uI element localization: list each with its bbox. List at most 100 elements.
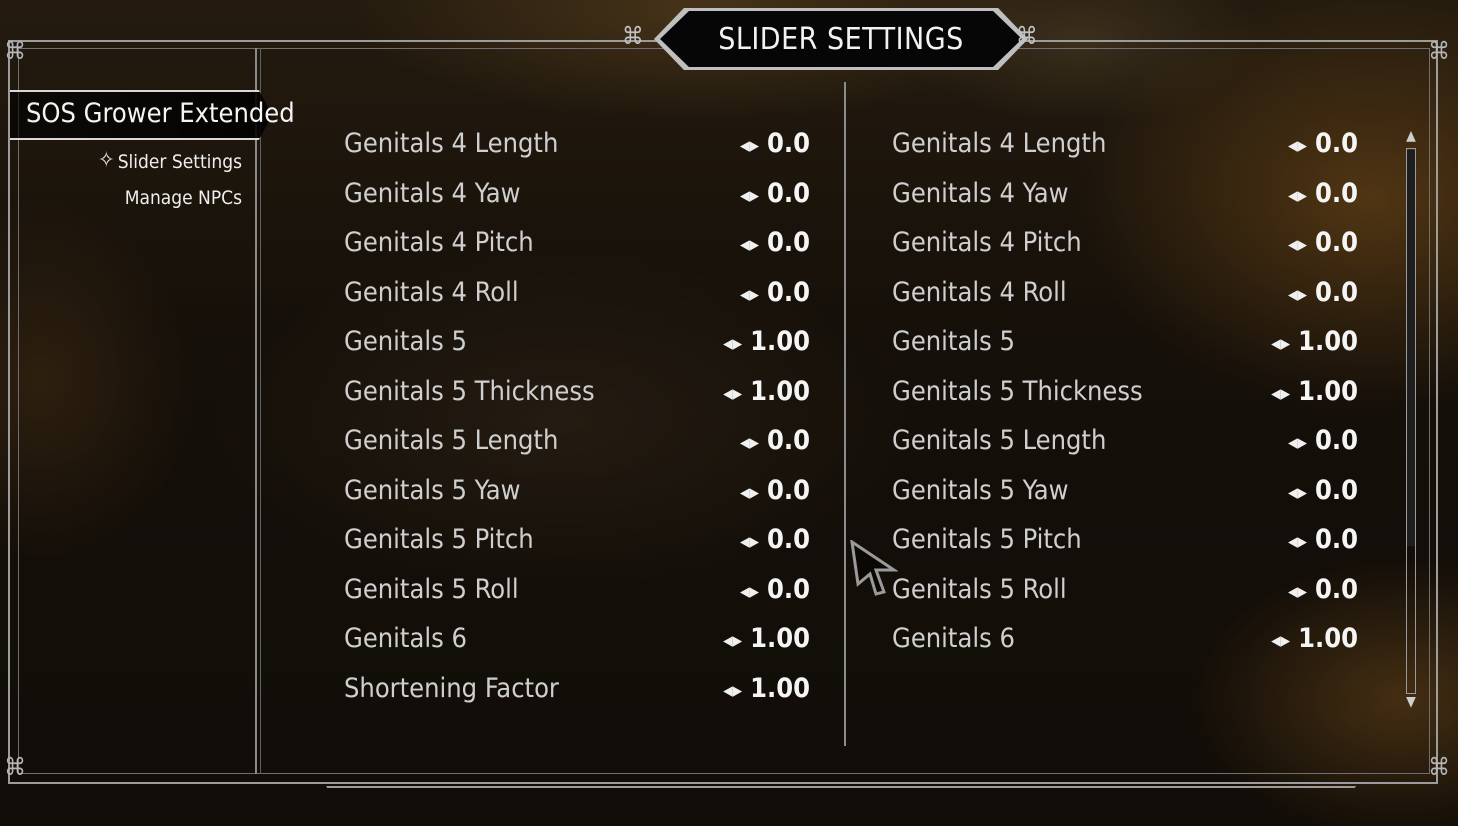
option-value[interactable]: ◂▸ 0.0 — [740, 178, 810, 209]
slider-arrows-icon: ◂▸ — [1287, 182, 1307, 207]
option-row[interactable]: Genitals 5 Yaw ◂▸ 0.0 — [892, 475, 1358, 515]
slider-value: 1.00 — [750, 326, 810, 357]
option-value[interactable]: ◂▸ 0.0 — [740, 425, 810, 456]
slider-arrows-icon: ◂▸ — [739, 133, 759, 157]
option-row[interactable]: Genitals 5 ◂▸ 1.00 — [892, 326, 1358, 366]
option-row[interactable]: Genitals 5 Yaw ◂▸ 0.0 — [344, 475, 810, 515]
mouse-cursor-icon — [850, 540, 898, 596]
slider-arrows-icon: ◂▸ — [739, 232, 759, 256]
sidebar-item-slider-settings[interactable]: Slider Settings — [118, 151, 242, 173]
option-label: Genitals 5 Thickness — [344, 375, 595, 407]
option-row[interactable]: Genitals 6 ◂▸ 1.00 — [344, 623, 810, 663]
slider-value: 0.0 — [1314, 227, 1358, 258]
option-row[interactable]: Genitals 4 Pitch ◂▸ 0.0 — [344, 227, 810, 267]
slider-value: 0.0 — [766, 276, 810, 308]
slider-arrows-icon: ◂▸ — [1287, 281, 1307, 306]
slider-value: 0.0 — [766, 524, 810, 555]
option-label: Genitals 5 Roll — [344, 573, 519, 605]
slider-arrows-icon: ◂▸ — [1271, 628, 1291, 652]
option-row[interactable]: Genitals 5 Pitch ◂▸ 0.0 — [892, 524, 1358, 564]
slider-arrows-icon: ◂▸ — [739, 430, 759, 454]
option-label: Genitals 5 Length — [892, 425, 1107, 456]
option-value[interactable]: ◂▸ 1.00 — [1271, 376, 1358, 407]
option-value[interactable]: ◂▸ 0.0 — [740, 524, 810, 555]
slider-arrows-icon: ◂▸ — [1287, 232, 1307, 256]
option-row[interactable]: Genitals 4 Yaw ◂▸ 0.0 — [344, 178, 810, 218]
option-row[interactable]: Genitals 5 Thickness ◂▸ 1.00 — [344, 376, 810, 416]
option-row[interactable]: Genitals 5 Pitch ◂▸ 0.0 — [344, 524, 810, 564]
option-row[interactable]: Genitals 4 Roll ◂▸ 0.0 — [892, 277, 1358, 317]
option-label: Genitals 5 Thickness — [892, 375, 1143, 407]
corner-ornament-icon: ⌘ — [1428, 753, 1450, 781]
option-row[interactable]: Genitals 4 Length ◂▸ 0.0 — [344, 128, 810, 168]
slider-arrows-icon: ◂▸ — [1287, 133, 1307, 157]
option-row[interactable]: Genitals 4 Yaw ◂▸ 0.0 — [892, 178, 1358, 218]
option-row[interactable]: Genitals 6 ◂▸ 1.00 — [892, 623, 1358, 663]
option-value[interactable]: ◂▸ 0.0 — [1288, 277, 1358, 308]
corner-ornament-icon: ⌘ — [1428, 37, 1450, 65]
option-value[interactable]: ◂▸ 0.0 — [740, 277, 810, 308]
option-row[interactable]: Genitals 5 ◂▸ 1.00 — [344, 326, 810, 366]
option-value[interactable]: ◂▸ 0.0 — [1288, 227, 1358, 258]
option-row[interactable]: Genitals 5 Thickness ◂▸ 1.00 — [892, 376, 1358, 416]
slider-value: 0.0 — [1314, 524, 1358, 555]
option-label: Genitals 5 Pitch — [344, 524, 534, 555]
slider-value: 1.00 — [750, 672, 810, 704]
slider-value: 0.0 — [1314, 276, 1358, 308]
option-value[interactable]: ◂▸ 0.0 — [1288, 178, 1358, 209]
slider-arrows-icon: ◂▸ — [1287, 529, 1307, 553]
option-row[interactable]: Genitals 4 Roll ◂▸ 0.0 — [344, 277, 810, 317]
mod-name[interactable]: SOS Grower Extended — [26, 98, 295, 129]
option-value[interactable]: ◂▸ 0.0 — [1288, 128, 1358, 159]
option-value[interactable]: ◂▸ 0.0 — [740, 574, 810, 605]
scroll-up-icon[interactable]: ▲ — [1401, 128, 1421, 144]
option-value[interactable]: ◂▸ 0.0 — [740, 128, 810, 159]
option-label: Genitals 5 Pitch — [892, 524, 1082, 555]
option-label: Genitals 5 — [892, 326, 1015, 357]
sidebar-item-manage-npcs[interactable]: Manage NPCs — [125, 187, 242, 209]
option-row[interactable]: Genitals 5 Length ◂▸ 0.0 — [344, 425, 810, 465]
option-value[interactable]: ◂▸ 0.0 — [1288, 574, 1358, 605]
option-label: Genitals 5 Roll — [892, 573, 1067, 605]
option-label: Genitals 6 — [344, 623, 467, 654]
option-row[interactable]: Genitals 5 Roll ◂▸ 0.0 — [892, 574, 1358, 614]
slider-value: 0.0 — [1314, 425, 1358, 456]
option-row[interactable]: Shortening Factor ◂▸ 1.00 — [344, 673, 810, 713]
option-value[interactable]: ◂▸ 1.00 — [723, 376, 810, 407]
option-value[interactable]: ◂▸ 1.00 — [723, 326, 810, 357]
option-value[interactable]: ◂▸ 1.00 — [723, 623, 810, 654]
option-row[interactable]: Genitals 4 Length ◂▸ 0.0 — [892, 128, 1358, 168]
option-value[interactable]: ◂▸ 0.0 — [1288, 425, 1358, 456]
slider-arrows-icon: ◂▸ — [1271, 380, 1291, 405]
option-label: Genitals 4 Length — [344, 128, 559, 159]
option-row[interactable]: Genitals 4 Pitch ◂▸ 0.0 — [892, 227, 1358, 267]
option-value[interactable]: ◂▸ 0.0 — [1288, 475, 1358, 506]
option-row[interactable]: Genitals 5 Roll ◂▸ 0.0 — [344, 574, 810, 614]
option-value[interactable]: ◂▸ 1.00 — [1271, 623, 1358, 654]
option-value[interactable]: ◂▸ 1.00 — [1271, 326, 1358, 357]
slider-value: 0.0 — [1314, 177, 1358, 209]
corner-ornament-icon: ⌘ — [4, 753, 26, 781]
slider-value: 0.0 — [1314, 128, 1358, 159]
option-value[interactable]: ◂▸ 1.00 — [723, 673, 810, 704]
option-row[interactable]: Genitals 5 Length ◂▸ 0.0 — [892, 425, 1358, 465]
bottom-frame — [326, 786, 1356, 826]
option-label: Genitals 5 Length — [344, 425, 559, 456]
page-title: SLIDER SETTINGS — [718, 22, 964, 57]
knot-ornament-icon: ⌘ — [1016, 22, 1038, 50]
option-label: Genitals 4 Pitch — [892, 227, 1082, 258]
slider-arrows-icon: ◂▸ — [723, 628, 743, 652]
slider-value: 0.0 — [1314, 573, 1358, 605]
slider-value: 1.00 — [1298, 375, 1358, 407]
scrollbar-thumb[interactable] — [1407, 150, 1415, 546]
option-label: Genitals 5 — [344, 326, 467, 357]
slider-value: 1.00 — [1298, 326, 1358, 357]
slider-value: 1.00 — [1298, 623, 1358, 654]
option-label: Genitals 5 Yaw — [344, 474, 521, 506]
scroll-down-icon[interactable]: ▼ — [1401, 694, 1421, 710]
option-label: Genitals 4 Yaw — [344, 177, 521, 209]
option-value[interactable]: ◂▸ 0.0 — [1288, 524, 1358, 555]
slider-value: 0.0 — [1314, 474, 1358, 506]
option-value[interactable]: ◂▸ 0.0 — [740, 227, 810, 258]
option-value[interactable]: ◂▸ 0.0 — [740, 475, 810, 506]
